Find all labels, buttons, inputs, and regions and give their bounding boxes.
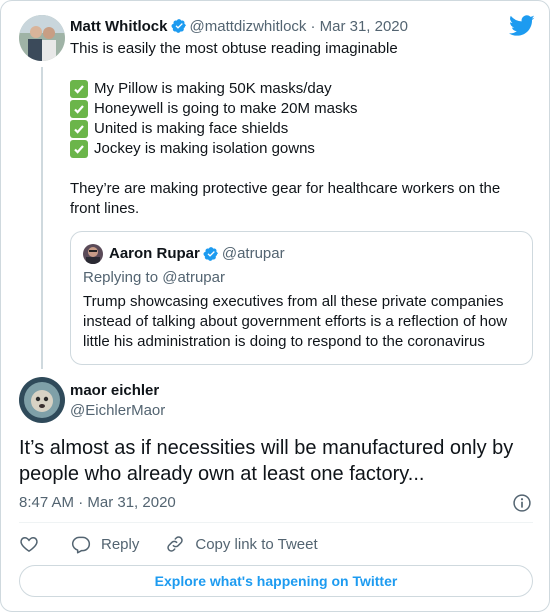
author-handle[interactable]: @mattdizwhitlock: [190, 18, 307, 35]
like-button[interactable]: [19, 534, 39, 554]
list-item: My Pillow is making 50K masks/day: [70, 79, 530, 99]
checklist-item-text: My Pillow is making 50K masks/day: [94, 80, 332, 97]
reply-button[interactable]: Reply: [71, 534, 139, 554]
reply-timestamp[interactable]: 8:47 AM · Mar 31, 2020: [19, 493, 176, 513]
quoted-author-name: Aaron Rupar: [109, 245, 200, 262]
reply-author-handle[interactable]: @EichlerMaor: [70, 401, 165, 421]
list-item: United is making face shields: [70, 119, 530, 139]
tweet-intro-text: This is easily the most obtuse reading i…: [70, 40, 398, 57]
thread-connector-line: [41, 67, 43, 369]
reply-header: maor eichler @EichlerMaor: [70, 381, 165, 421]
copy-link-label: Copy link to Tweet: [195, 535, 318, 553]
action-bar: Reply Copy link to Tweet: [19, 533, 344, 555]
divider: [19, 522, 533, 523]
list-item: Honeywell is going to make 20M masks: [70, 99, 530, 119]
link-icon: [167, 536, 184, 552]
tweet-date[interactable]: · Mar 31, 2020: [310, 18, 408, 35]
quoted-tweet[interactable]: Aaron Rupar @atrupar Replying to @atrupar…: [70, 231, 533, 365]
info-icon[interactable]: [512, 493, 532, 513]
quoted-tweet-header: Aaron Rupar @atrupar: [83, 244, 285, 264]
reply-author-name[interactable]: maor eichler: [70, 381, 165, 401]
reply-label: Reply: [101, 535, 140, 553]
copy-link-button[interactable]: Copy link to Tweet: [165, 534, 318, 554]
tweet-checklist: My Pillow is making 50K masks/day Honeyw…: [70, 79, 530, 159]
check-mark-icon: [70, 140, 88, 158]
twitter-logo-icon[interactable]: [509, 15, 535, 37]
check-mark-icon: [70, 120, 88, 138]
avatar-aaron-rupar: [83, 244, 103, 264]
checklist-item-text: United is making face shields: [94, 120, 289, 137]
verified-badge-icon: [203, 247, 218, 261]
replying-to: Replying to @atrupar: [83, 269, 225, 286]
avatar-maor-eichler[interactable]: [19, 377, 65, 423]
heart-icon: [20, 536, 38, 552]
reply-text: It’s almost as if necessities will be ma…: [19, 437, 514, 485]
tweet-header: Matt Whitlock @mattdizwhitlock · Mar 31, 2…: [70, 17, 408, 37]
list-item: Jockey is making isolation gowns: [70, 139, 530, 159]
quoted-author-handle: @atrupar: [221, 245, 285, 262]
checklist-item-text: Honeywell is going to make 20M masks: [94, 100, 358, 117]
checklist-item-text: Jockey is making isolation gowns: [94, 140, 315, 157]
quoted-tweet-text: Trump showcasing executives from all the…: [83, 293, 508, 350]
author-name[interactable]: Matt Whitlock: [70, 18, 168, 35]
reply-icon: [71, 536, 91, 554]
check-mark-icon: [70, 80, 88, 98]
avatar-matt-whitlock[interactable]: [19, 15, 65, 61]
tweet-body-text: They’re are making protective gear for h…: [70, 180, 501, 217]
check-mark-icon: [70, 100, 88, 118]
explore-twitter-button[interactable]: Explore what's happening on Twitter: [19, 565, 533, 597]
verified-badge-icon: [171, 19, 186, 33]
tweet-embed-card: Matt Whitlock @mattdizwhitlock · Mar 31, 2…: [0, 0, 550, 612]
